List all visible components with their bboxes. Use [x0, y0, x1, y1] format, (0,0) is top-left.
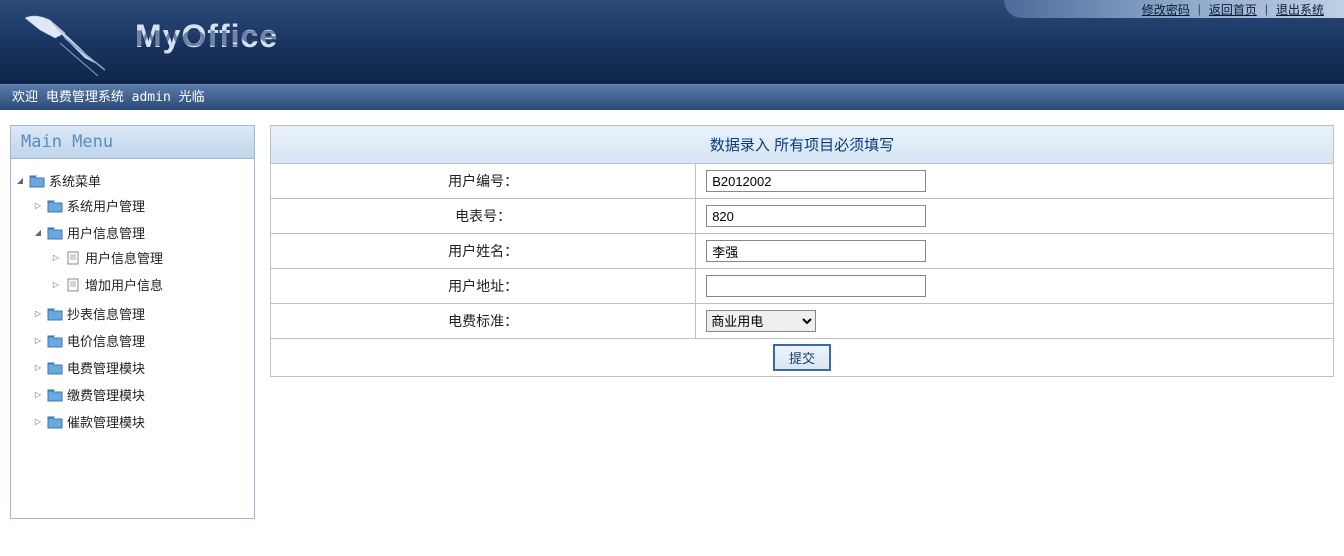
collapse-icon: ◢: [33, 228, 43, 238]
change-password-link[interactable]: 修改密码: [1142, 1, 1190, 18]
expand-icon: ▷: [33, 390, 43, 400]
file-icon: [65, 251, 81, 265]
tree-item-fee-mgmt[interactable]: ▷ 电费管理模块: [33, 356, 250, 379]
home-link[interactable]: 返回首页: [1209, 1, 1257, 18]
sidebar: Main Menu ◢ 系统菜单 ▷ 系统用户管理: [10, 125, 255, 519]
submit-button[interactable]: 提交: [773, 344, 831, 371]
collapse-icon: ◢: [15, 176, 25, 186]
app-header: 修改密码 | 返回首页 | 退出系统 MyOffice MyOffice: [0, 0, 1344, 84]
tree-item-sys-user[interactable]: ▷ 系统用户管理: [33, 194, 250, 217]
bird-icon: [10, 8, 110, 78]
folder-icon: [47, 334, 63, 348]
tree-label: 用户信息管理: [67, 223, 145, 242]
label-user-name: 用户姓名：: [271, 234, 696, 269]
select-fee-standard[interactable]: 商业用电: [706, 310, 816, 332]
tree-item-add-user[interactable]: ▷ 增加用户信息: [51, 273, 250, 296]
input-user-name[interactable]: [706, 240, 926, 262]
logo: MyOffice MyOffice: [10, 8, 278, 84]
form-header: 数据录入 所有项目必须填写: [271, 126, 1334, 164]
separator: |: [1265, 2, 1268, 16]
data-entry-form: 数据录入 所有项目必须填写 用户编号： 电表号： 用户姓名： 用户地址： 电费标…: [270, 125, 1334, 377]
label-user-address: 用户地址：: [271, 269, 696, 304]
tree-item-price-info[interactable]: ▷ 电价信息管理: [33, 329, 250, 352]
expand-icon: ▷: [33, 309, 43, 319]
folder-icon: [47, 415, 63, 429]
tree-item-payment[interactable]: ▷ 缴费管理模块: [33, 383, 250, 406]
tree-label: 电价信息管理: [67, 331, 145, 350]
tree-label: 增加用户信息: [85, 275, 163, 294]
tree-label: 系统用户管理: [67, 196, 145, 215]
nav-tree: ◢ 系统菜单 ▷ 系统用户管理 ◢: [10, 159, 255, 519]
tree-item-reminder[interactable]: ▷ 催款管理模块: [33, 410, 250, 433]
expand-icon: ▷: [51, 253, 61, 263]
logo-text: MyOffice MyOffice: [135, 18, 278, 84]
input-meter-no[interactable]: [706, 205, 926, 227]
expand-icon: ▷: [33, 363, 43, 373]
expand-icon: ▷: [33, 201, 43, 211]
folder-icon: [47, 361, 63, 375]
folder-icon: [47, 226, 63, 240]
folder-icon: [47, 307, 63, 321]
folder-icon: [29, 174, 45, 188]
header-links: 修改密码 | 返回首页 | 退出系统: [1004, 0, 1344, 18]
tree-label: 电费管理模块: [67, 358, 145, 377]
sidebar-title: Main Menu: [10, 125, 255, 159]
welcome-bar: 欢迎 电费管理系统 admin 光临: [0, 84, 1344, 110]
expand-icon: ▷: [51, 280, 61, 290]
file-icon: [65, 278, 81, 292]
tree-item-user-info-sub[interactable]: ▷ 用户信息管理: [51, 246, 250, 269]
label-user-id: 用户编号：: [271, 164, 696, 199]
label-meter-no: 电表号：: [271, 199, 696, 234]
separator: |: [1198, 2, 1201, 16]
tree-item-meter-read[interactable]: ▷ 抄表信息管理: [33, 302, 250, 325]
tree-label: 催款管理模块: [67, 412, 145, 431]
expand-icon: ▷: [33, 336, 43, 346]
tree-label: 系统菜单: [49, 171, 101, 190]
tree-label: 抄表信息管理: [67, 304, 145, 323]
logout-link[interactable]: 退出系统: [1276, 1, 1324, 18]
folder-icon: [47, 199, 63, 213]
tree-item-user-info[interactable]: ◢ 用户信息管理: [33, 221, 250, 244]
input-user-id[interactable]: [706, 170, 926, 192]
folder-icon: [47, 388, 63, 402]
input-user-address[interactable]: [706, 275, 926, 297]
label-fee-standard: 电费标准：: [271, 304, 696, 339]
main-content: 数据录入 所有项目必须填写 用户编号： 电表号： 用户姓名： 用户地址： 电费标…: [270, 125, 1334, 519]
tree-root[interactable]: ◢ 系统菜单: [15, 169, 250, 192]
expand-icon: ▷: [33, 417, 43, 427]
content: Main Menu ◢ 系统菜单 ▷ 系统用户管理: [0, 110, 1344, 534]
tree-label: 用户信息管理: [85, 248, 163, 267]
tree-label: 缴费管理模块: [67, 385, 145, 404]
